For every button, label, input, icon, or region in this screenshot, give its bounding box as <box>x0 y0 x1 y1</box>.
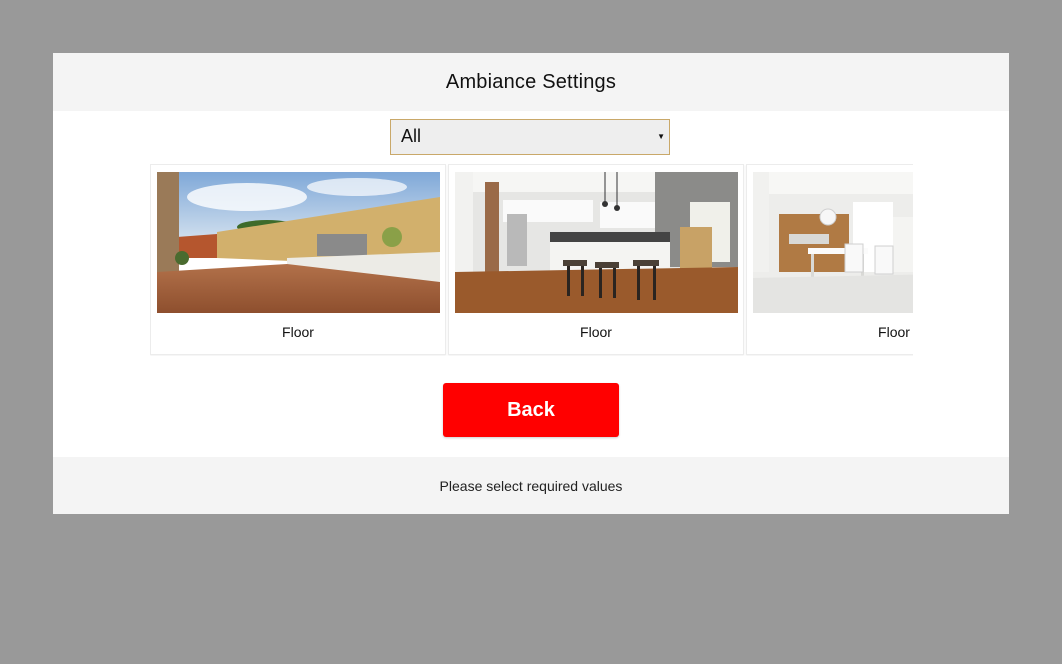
dialog-title: Ambiance Settings <box>445 70 617 93</box>
dialog-footer: Please select required values <box>53 457 1009 514</box>
dining-image <box>753 172 913 313</box>
back-button[interactable]: Back <box>443 383 619 437</box>
dialog-header: Ambiance Settings <box>53 53 1009 111</box>
ambiance-card-dining[interactable]: Floor <box>746 164 913 355</box>
validation-message: Please select required values <box>439 477 623 494</box>
card-label: Floor <box>282 324 314 340</box>
chevron-down-icon: ▼ <box>657 132 665 141</box>
ambiance-carousel[interactable]: Floor Floor Floor <box>150 164 913 356</box>
deck-image <box>157 172 440 313</box>
card-label: Floor <box>580 324 612 340</box>
card-label: Floor <box>878 324 910 340</box>
ambiance-settings-dialog: Ambiance Settings All ▼ Floor Floor Floo… <box>53 53 1009 514</box>
ambiance-card-deck[interactable]: Floor <box>150 164 446 355</box>
category-select-value: All <box>401 126 422 146</box>
ambiance-card-kitchen[interactable]: Floor <box>448 164 744 355</box>
kitchen-image <box>455 172 738 313</box>
category-select[interactable]: All ▼ <box>390 119 670 155</box>
